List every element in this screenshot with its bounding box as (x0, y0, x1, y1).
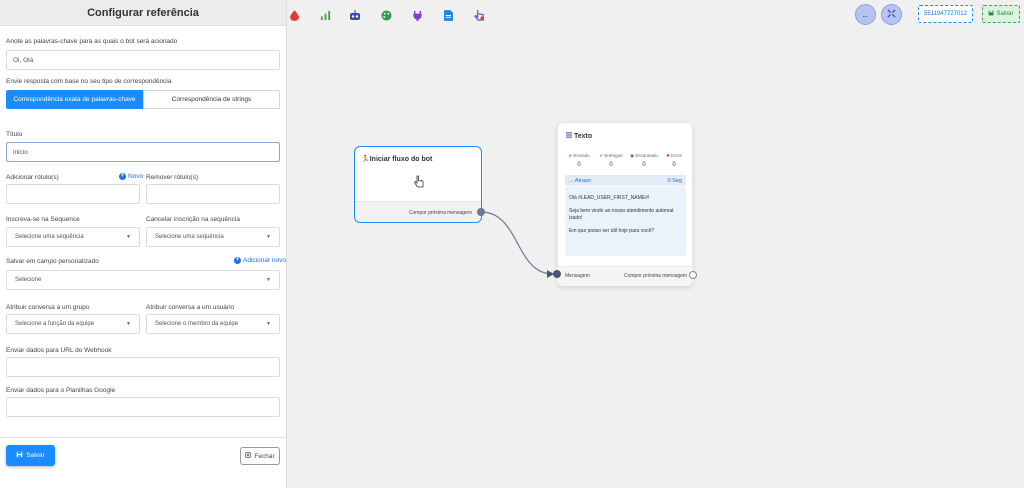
stat-scanned-label: Escaneado (635, 153, 658, 158)
stat-delivered-label: Entregue (604, 153, 623, 158)
eye-icon: ◉ (630, 153, 635, 158)
text-node-output-port[interactable] (689, 271, 697, 279)
stat-errors: ✸ Erros 0 (659, 153, 689, 168)
stat-sent: ➤ Enviado 0 (564, 153, 594, 168)
start-node-footer: Compor próxima mensagem (355, 201, 481, 222)
stat-sent-value: 0 (577, 162, 581, 168)
stat-errors-value: 0 (672, 162, 676, 168)
message-line: Seja bem vindo ao nosso atendimento auto… (569, 208, 674, 221)
send-icon: ➤ (568, 153, 573, 158)
stat-delivered-value: 0 (609, 162, 613, 168)
error-icon: ✸ (666, 153, 670, 158)
stat-scanned-value: 0 (642, 162, 646, 168)
start-node-title: 🏃Iniciar fluxo do bot (361, 155, 432, 163)
start-bot-node[interactable]: 🏃Iniciar fluxo do bot Compor próxima men… (354, 146, 482, 223)
message-preview: Olá #LEAD_USER_FIRST_NAME#! Seja bem vin… (565, 187, 686, 256)
stat-errors-label: Erros (671, 153, 682, 158)
stat-delivered: ✔ Entregue 0 (596, 153, 626, 168)
flow-connector (480, 211, 554, 278)
text-node-output-label: Compor próxima mensagem (624, 273, 688, 279)
message-line: Em que posso ser útil hoje para você? (569, 228, 655, 234)
start-node-title-text: Iniciar fluxo do bot (369, 156, 433, 163)
start-node-compose-label: Compor próxima mensagem (408, 210, 472, 216)
text-node-title-text: Texto (574, 132, 593, 140)
stat-sent-label: Enviado (573, 153, 590, 158)
start-node-output-port[interactable] (477, 208, 485, 216)
list-icon (566, 132, 572, 140)
stat-scanned: ◉ Escaneado 0 (629, 153, 659, 168)
message-line: Olá #LEAD_USER_FIRST_NAME#! (569, 195, 650, 201)
text-node-input-port[interactable] (553, 270, 561, 278)
delay-bar[interactable]: ... Atraso 0 Seg (565, 175, 686, 186)
text-node-footer: Mensagem Compor próxima mensagem (557, 266, 693, 286)
check-circle-icon: ✔ (599, 153, 604, 158)
delay-value: 0 Seg (667, 177, 682, 184)
hand-pointer-icon (413, 175, 425, 191)
delay-label: ... Atraso (569, 177, 591, 184)
text-node-title: Texto (566, 132, 592, 140)
running-icon: 🏃 (361, 156, 370, 163)
text-node-input-label: Mensagem (565, 273, 590, 279)
